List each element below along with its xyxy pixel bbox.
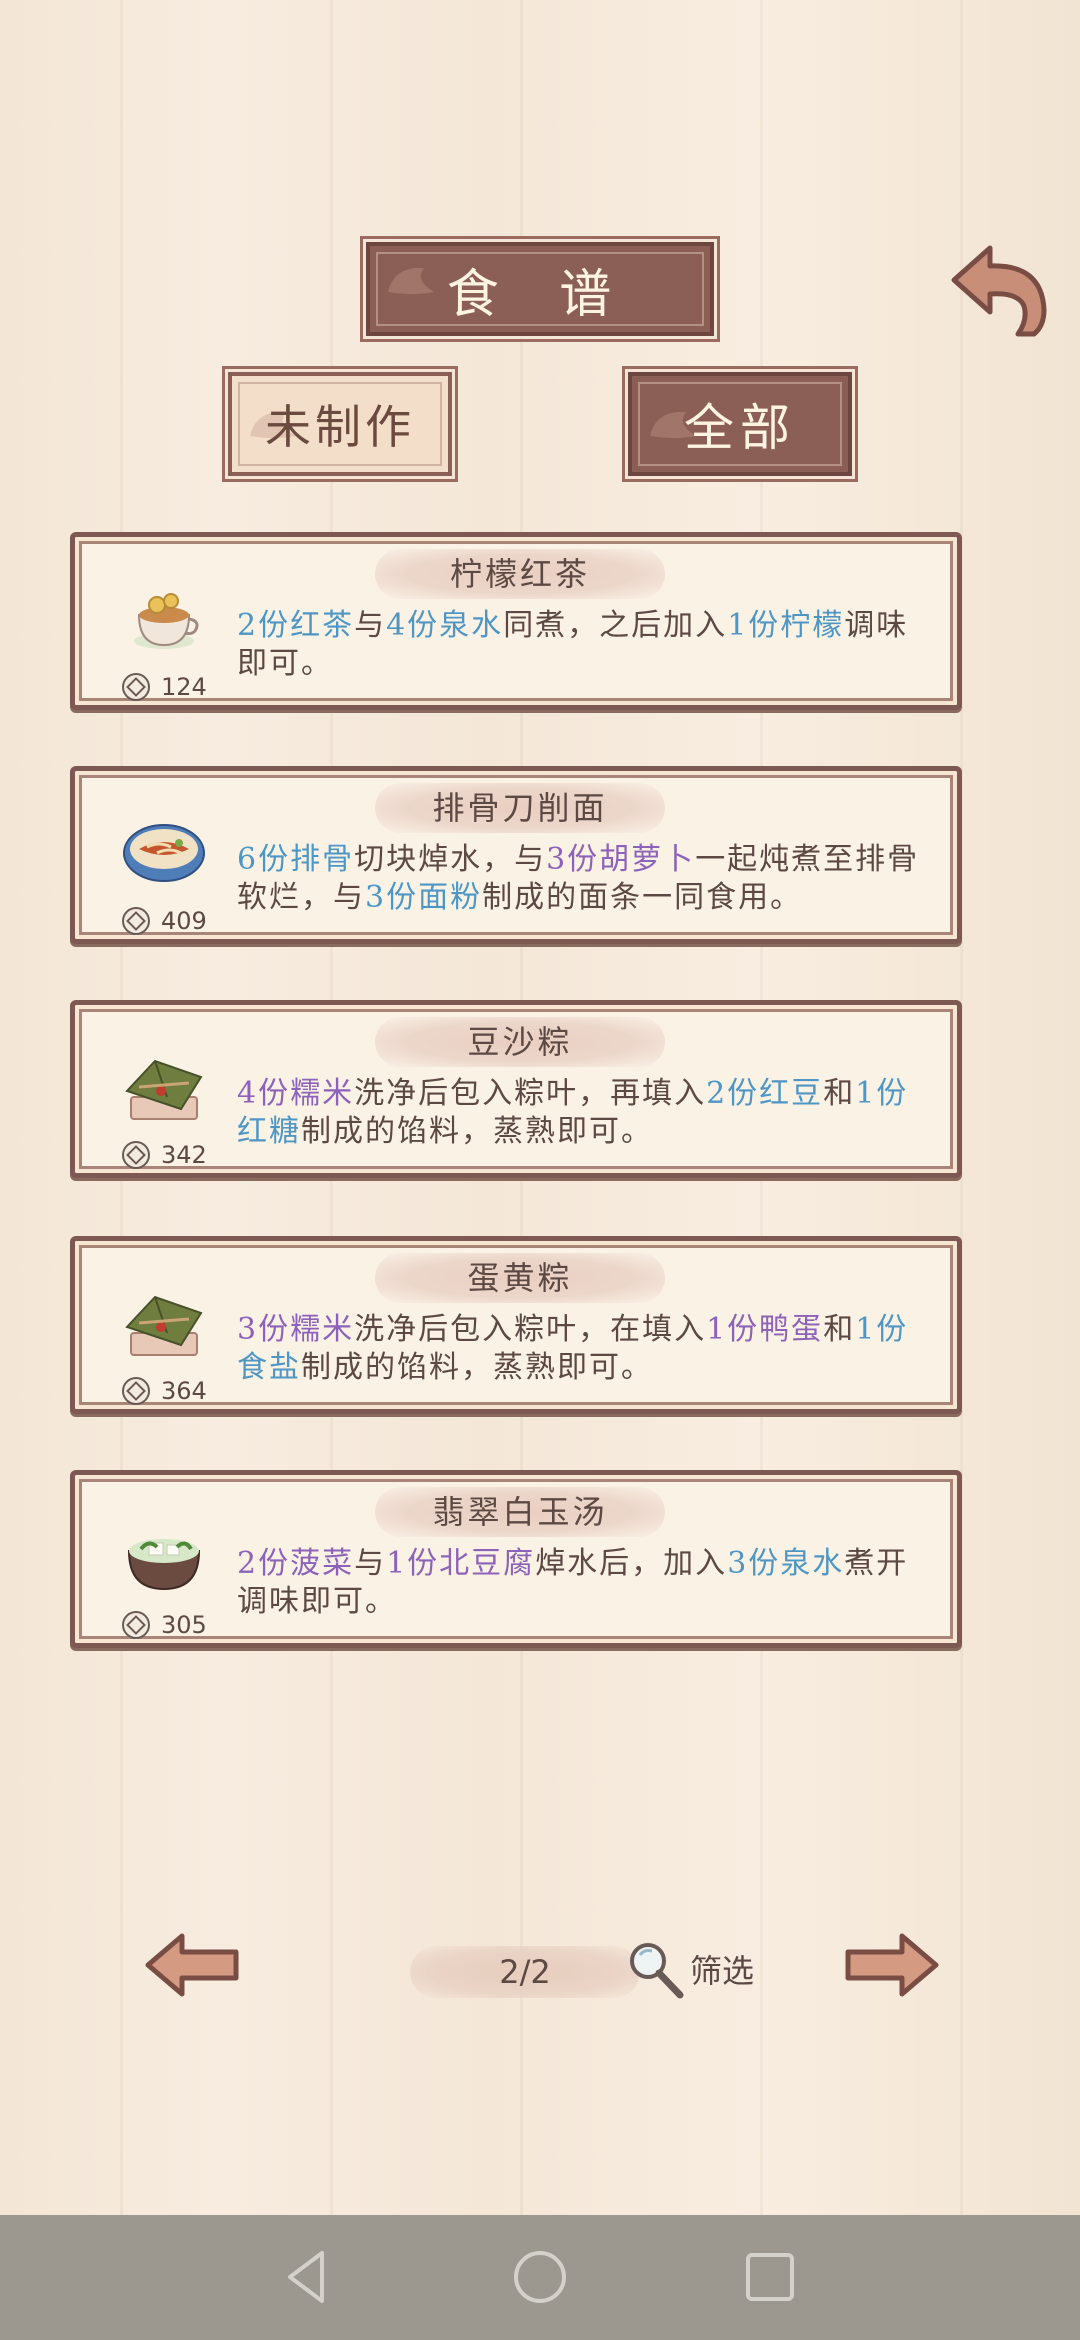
recipe-book-title: 食 谱: [366, 242, 714, 336]
description-text: 同煮，之后加入: [503, 608, 728, 643]
back-arrow-icon[interactable]: [944, 240, 1054, 340]
price-value: 124: [161, 673, 207, 701]
page-indicator: 2/2: [410, 1946, 640, 1998]
ingredient-highlight: 3份胡萝卜: [546, 842, 696, 877]
zongzi-icon: [119, 1283, 209, 1363]
tab-unmade-label: 未制作: [265, 400, 415, 454]
description-text: 与: [354, 608, 387, 643]
recipe-name: 排骨刀削面: [375, 783, 665, 833]
coin-icon: [121, 1140, 151, 1170]
description-text: 洗净后包入粽叶，再填入: [354, 1076, 707, 1111]
ingredient-highlight: 3份泉水: [727, 1546, 845, 1581]
system-nav-bar: [0, 2215, 1080, 2340]
ingredient-highlight: 3份糯米: [237, 1312, 355, 1347]
nav-recents-icon[interactable]: [738, 2245, 802, 2309]
recipe-card[interactable]: 排骨刀削面 409 6份排骨切块焯水，与3份胡萝卜一起炖煮至排骨软烂，与3份面粉制成…: [70, 766, 962, 944]
nav-back-icon[interactable]: [276, 2245, 340, 2309]
recipe-name: 翡翠白玉汤: [375, 1487, 665, 1537]
next-page-arrow-icon[interactable]: [842, 1930, 942, 2000]
description-text: 制成的馅料，蒸熟即可。: [301, 1350, 653, 1385]
filter-button[interactable]: 筛选: [622, 1934, 754, 2004]
recipe-name: 柠檬红茶: [375, 549, 665, 599]
description-text: 制成的面条一同食用。: [482, 880, 803, 915]
ingredient-highlight: 2份红豆: [706, 1076, 824, 1111]
description-text: 焯水后，加入: [535, 1546, 728, 1581]
tab-unmade[interactable]: 未制作: [228, 372, 452, 476]
recipe-card[interactable]: 蛋黄粽 364 3份糯米洗净后包入粽叶，在填入1份鸭蛋和1份食盐制成的馅料，蒸熟即可…: [70, 1236, 962, 1414]
filter-label: 筛选: [690, 1952, 755, 1990]
recipe-card[interactable]: 豆沙粽 342 4份糯米洗净后包入粽叶，再填入2份红豆和1份红糖制成的馅料，蒸熟即可…: [70, 1000, 962, 1178]
recipe-name: 蛋黄粽: [375, 1253, 665, 1303]
description-text: 洗净后包入粽叶，在填入: [354, 1312, 707, 1347]
recipe-price: 124: [121, 671, 207, 703]
price-value: 342: [161, 1141, 207, 1169]
description-text: 和: [823, 1076, 856, 1111]
recipe-card[interactable]: 柠檬红茶 124 2份红茶与4份泉水同煮，之后加入1份柠檬调味即可。: [70, 532, 962, 710]
ginkgo-leaf-icon: [388, 267, 434, 294]
price-value: 364: [161, 1377, 207, 1405]
recipe-description: 2份红茶与4份泉水同煮，之后加入1份柠檬调味即可。: [237, 607, 937, 683]
ingredient-highlight: 2份菠菜: [237, 1546, 355, 1581]
coin-icon: [121, 906, 151, 936]
ingredient-highlight: 1份北豆腐: [386, 1546, 536, 1581]
ingredient-highlight: 1份柠檬: [727, 608, 845, 643]
recipe-price: 409: [121, 905, 207, 937]
zongzi-icon: [119, 1047, 209, 1127]
recipe-description: 3份糯米洗净后包入粽叶，在填入1份鸭蛋和1份食盐制成的馅料，蒸熟即可。: [237, 1311, 937, 1387]
coin-icon: [121, 672, 151, 702]
recipe-description: 4份糯米洗净后包入粽叶，再填入2份红豆和1份红糖制成的馅料，蒸熟即可。: [237, 1075, 937, 1151]
rib-noodle-icon: [119, 813, 209, 893]
ingredient-highlight: 4份糯米: [237, 1076, 355, 1111]
description-text: 切块焯水，与: [354, 842, 547, 877]
recipe-card[interactable]: 翡翠白玉汤 305 2份菠菜与1份北豆腐焯水后，加入3份泉水煮开调味即可。: [70, 1470, 962, 1648]
tab-all[interactable]: 全部: [628, 372, 852, 476]
ingredient-highlight: 6份排骨: [237, 842, 355, 877]
coin-icon: [121, 1376, 151, 1406]
ingredient-highlight: 2份红茶: [237, 608, 355, 643]
recipe-description: 6份排骨切块焯水，与3份胡萝卜一起炖煮至排骨软烂，与3份面粉制成的面条一同食用。: [237, 841, 937, 917]
prev-page-arrow-icon[interactable]: [142, 1930, 242, 2000]
description-text: 和: [823, 1312, 856, 1347]
recipe-price: 364: [121, 1375, 207, 1407]
tab-all-label: 全部: [684, 399, 796, 457]
nav-home-icon[interactable]: [508, 2245, 572, 2309]
price-value: 305: [161, 1611, 207, 1639]
recipe-price: 305: [121, 1609, 207, 1641]
description-text: 制成的馅料，蒸熟即可。: [301, 1114, 653, 1149]
tofu-soup-icon: [119, 1517, 209, 1597]
magnifier-icon: [630, 1943, 684, 1999]
description-text: 与: [354, 1546, 387, 1581]
ingredient-highlight: 4份泉水: [386, 608, 504, 643]
coin-icon: [121, 1610, 151, 1640]
price-value: 409: [161, 907, 207, 935]
ingredient-highlight: 3份面粉: [365, 880, 483, 915]
page-title: 食 谱: [446, 264, 634, 325]
recipe-price: 342: [121, 1139, 207, 1171]
recipe-name: 豆沙粽: [375, 1017, 665, 1067]
lemon-tea-icon: [119, 579, 209, 659]
recipe-description: 2份菠菜与1份北豆腐焯水后，加入3份泉水煮开调味即可。: [237, 1545, 937, 1621]
ingredient-highlight: 1份鸭蛋: [706, 1312, 824, 1347]
